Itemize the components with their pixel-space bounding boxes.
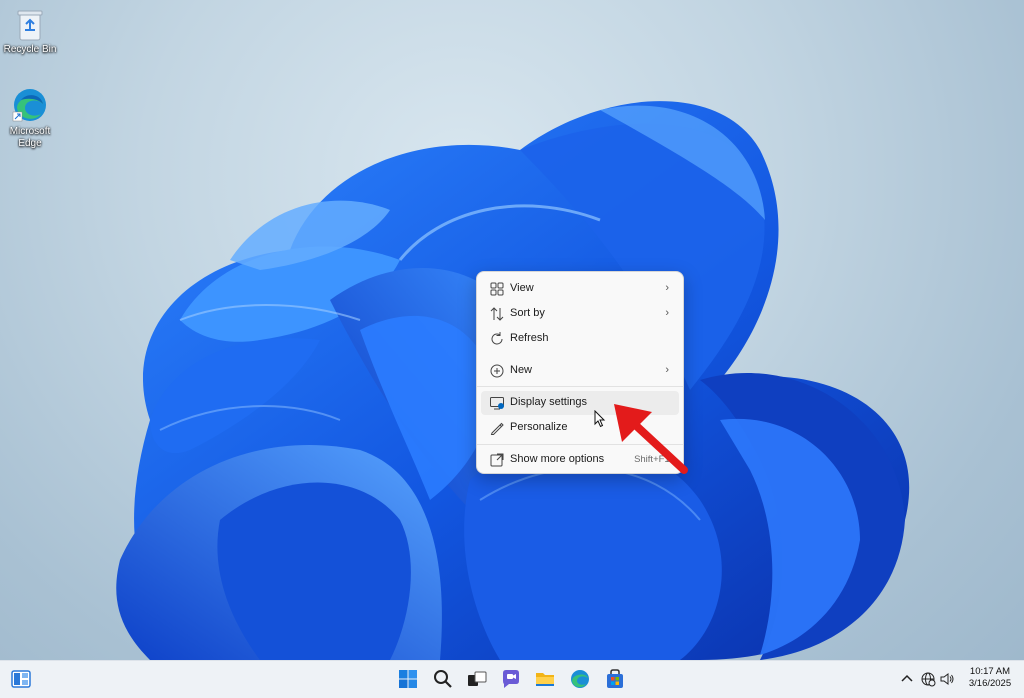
network-icon[interactable] [920,671,936,687]
edge-icon [12,89,46,122]
search-icon[interactable] [432,668,454,690]
menu-item-label: Show more options [510,453,605,465]
open-external-icon [490,453,504,467]
display-settings-icon [490,397,504,410]
mouse-cursor-icon [594,410,606,428]
pencil-icon [490,422,504,435]
system-clock[interactable]: 10:17 AM 3/16/2025 [962,666,1018,690]
chevron-right-icon: › [665,307,669,319]
menu-separator [477,386,683,387]
menu-item-sort-by[interactable]: Sort by › [481,302,679,326]
file-explorer-icon[interactable] [534,668,556,690]
menu-item-refresh[interactable]: Refresh [481,327,679,351]
microsoft-edge-label: Microsoft Edge [9,126,51,149]
menu-item-label: Personalize [510,421,568,433]
menu-item-label: Refresh [510,332,549,344]
menu-item-label: New [510,364,533,376]
annotation-arrow-icon [614,404,688,474]
menu-item-label: View [510,282,534,294]
store-icon[interactable] [604,668,626,690]
clock-time: 10:17 AM [969,666,1011,677]
chevron-right-icon: › [665,364,669,376]
chevron-up-icon[interactable] [899,671,915,687]
menu-item-label: Sort by [510,307,545,319]
start-icon[interactable] [397,668,419,690]
volume-icon[interactable] [939,671,955,687]
sort-icon [490,307,504,321]
refresh-icon [491,332,503,345]
chevron-right-icon: › [665,282,669,294]
chat-icon[interactable] [500,668,522,690]
task-view-icon[interactable] [466,668,488,690]
view-grid-icon [490,282,504,296]
widgets-icon[interactable] [10,668,32,690]
edge-icon[interactable] [569,668,591,690]
desktop-icon-recycle-bin[interactable]: Recycle Bin [0,8,60,56]
plus-circle-icon [490,364,504,378]
menu-item-label: Display settings [510,396,588,408]
menu-item-view[interactable]: View › [481,277,679,301]
desktop-icon-microsoft-edge[interactable]: Microsoft Edge [0,86,60,150]
recycle-bin-label: Recycle Bin [3,44,57,55]
menu-item-new[interactable]: New › [481,359,679,383]
clock-date: 3/16/2025 [968,678,1012,689]
recycle-bin-icon [17,10,43,41]
